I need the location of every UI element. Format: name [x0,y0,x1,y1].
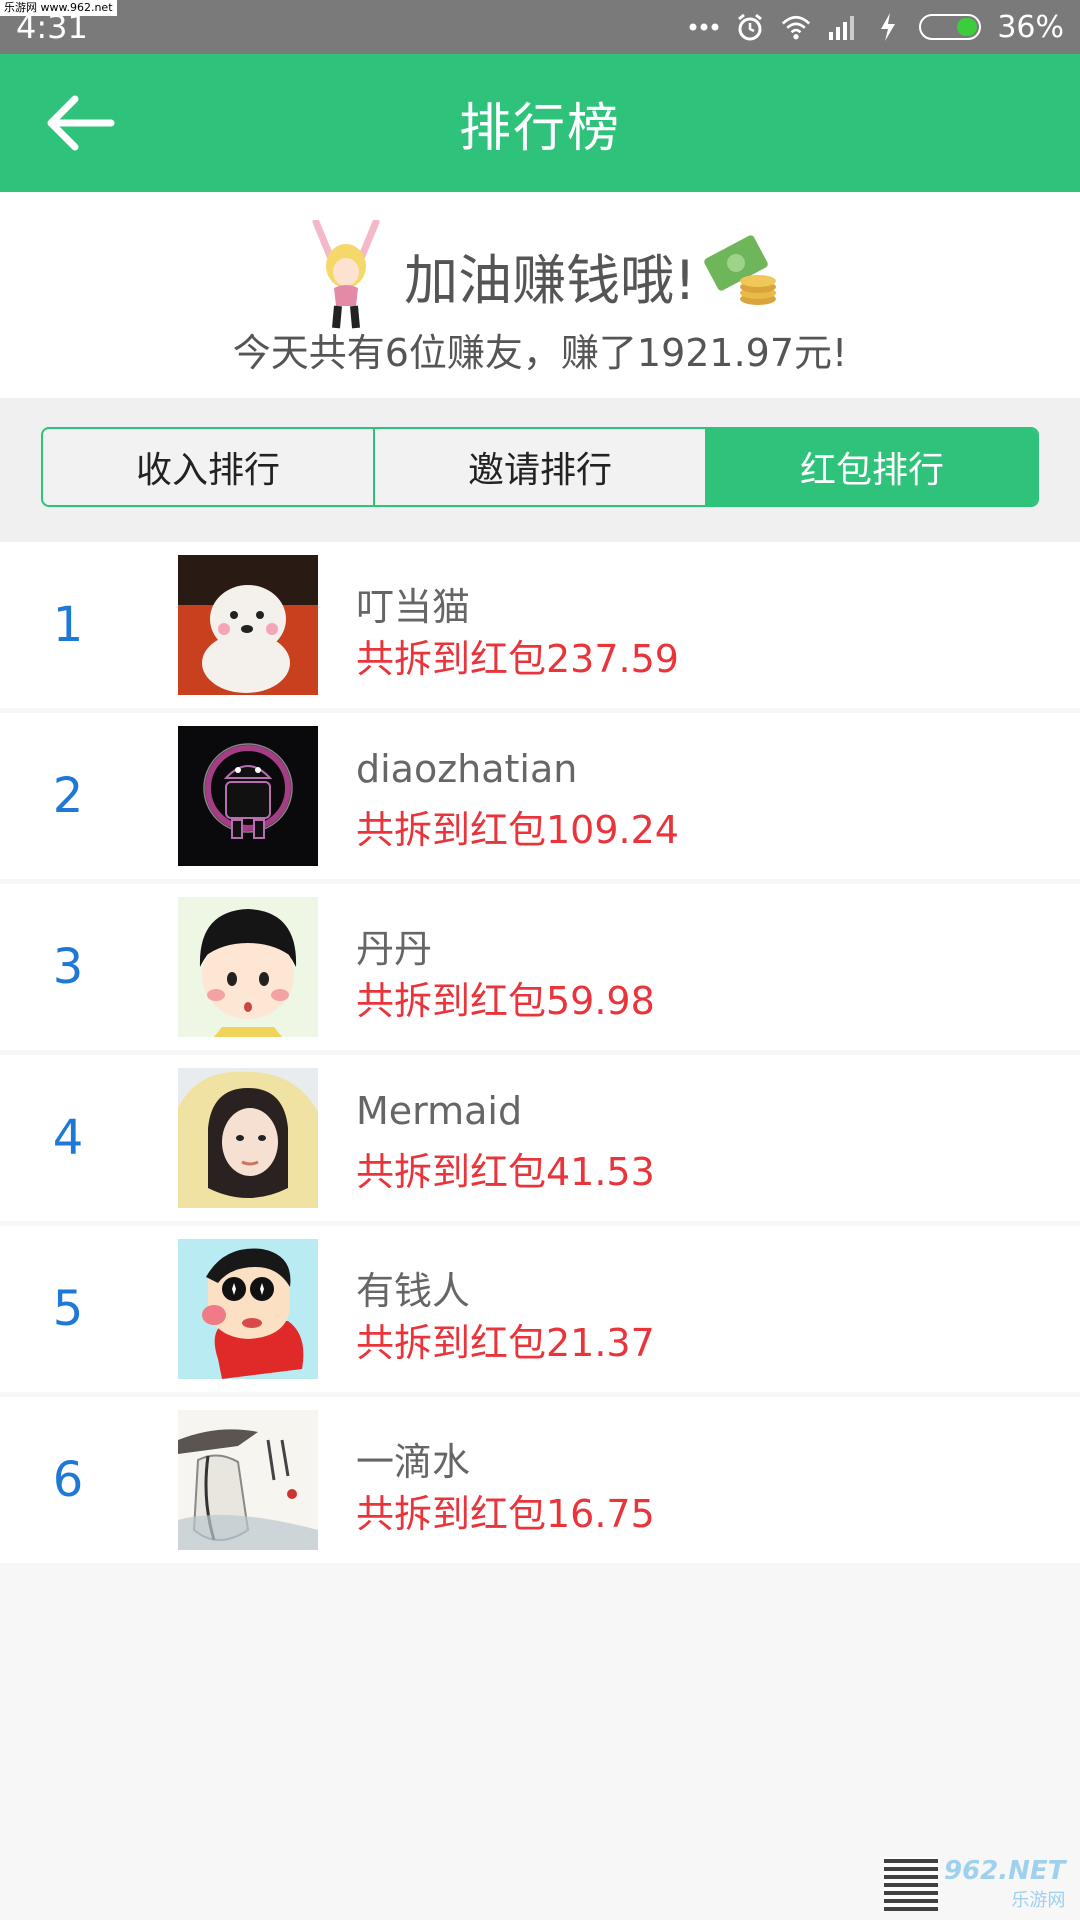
battery-percent: 36% [997,9,1064,45]
ranking-tabs: 收入排行 邀请排行 红包排行 [41,427,1039,507]
avatar [178,1410,318,1550]
red-packet-amount: 共拆到红包109.24 [356,808,679,852]
user-name: 一滴水 [356,1440,471,1484]
money-coins-icon [704,235,776,305]
charging-icon [873,12,903,42]
rank-number: 6 [52,1452,84,1508]
avatar [178,897,318,1037]
arrow-left-icon [47,95,115,151]
user-name: 叮当猫 [356,585,471,629]
list-item[interactable]: 6 一滴水 共拆到红包16.75 [0,1397,1080,1563]
rank-number: 4 [52,1110,84,1166]
earnings-summary: 今天共有6位赚友，赚了1921.97元! [232,331,848,375]
cheering-girl-icon [312,220,380,329]
summary-banner: 加油赚钱哦! 今天共有6位赚友，赚了1921.97元! [0,192,1080,398]
qr-code-icon [884,1857,938,1911]
rank-number: 1 [52,597,84,653]
rank-number: 3 [52,939,84,995]
alarm-icon [735,12,765,42]
red-packet-amount: 共拆到红包41.53 [356,1150,655,1194]
battery-icon [919,14,982,40]
list-item[interactable]: 2 diaozhatian 共拆到红包109.24 [0,713,1080,879]
avatar [178,1068,318,1208]
red-packet-amount: 共拆到红包59.98 [356,979,655,1023]
signal-icon [827,12,857,42]
watermark-text: 962.NET [944,1856,1066,1886]
watermark-subtext: 乐游网 [1011,1890,1066,1911]
status-bar: 4:31 36% 乐游网 www.962.net [0,0,1080,54]
wifi-icon [781,12,811,42]
rank-number: 5 [52,1281,84,1337]
user-name: diaozhatian [356,747,578,791]
more-dots-icon [689,12,719,42]
site-watermark: 乐游网 www.962.net [0,0,117,16]
avatar [178,726,318,866]
user-name: 丹丹 [356,927,433,971]
user-name: 有钱人 [356,1269,471,1313]
list-item[interactable]: 4 Mermaid 共拆到红包41.53 [0,1055,1080,1221]
tab-red-packet-ranking[interactable]: 红包排行 [705,429,1037,505]
rank-number: 2 [52,768,84,824]
app-bar: 排行榜 [0,54,1080,192]
red-packet-amount: 共拆到红包16.75 [356,1492,655,1536]
red-packet-amount: 共拆到红包21.37 [356,1321,655,1365]
banner-headline: 加油赚钱哦! [0,220,1080,330]
avatar [178,1239,318,1379]
tabs-area: 收入排行 邀请排行 红包排行 [0,398,1080,542]
watermark-text-group: 962.NET 乐游网 [944,1856,1065,1912]
user-name: Mermaid [356,1089,523,1133]
back-button[interactable] [40,90,120,156]
tab-invite-ranking[interactable]: 邀请排行 [373,429,705,505]
page-title: 排行榜 [458,98,621,159]
status-icons: 36% [689,10,1064,45]
list-item[interactable]: 5 有钱人 共拆到红包21.37 [0,1226,1080,1392]
list-item[interactable]: 1 叮当猫 共拆到红包237.59 [0,542,1080,708]
tab-income-ranking[interactable]: 收入排行 [43,429,373,505]
red-packet-amount: 共拆到红包237.59 [356,637,679,681]
list-item[interactable]: 3 丹丹 共拆到红包59.98 [0,884,1080,1050]
banner-headline-text: 加油赚钱哦! [404,248,696,312]
site-watermark-footer: 962.NET 乐游网 [884,1856,1074,1912]
ranking-list: 1 叮当猫 共拆到红包237.59 2 diaozhatian 共拆到红包109… [0,542,1080,1568]
avatar [178,555,318,695]
